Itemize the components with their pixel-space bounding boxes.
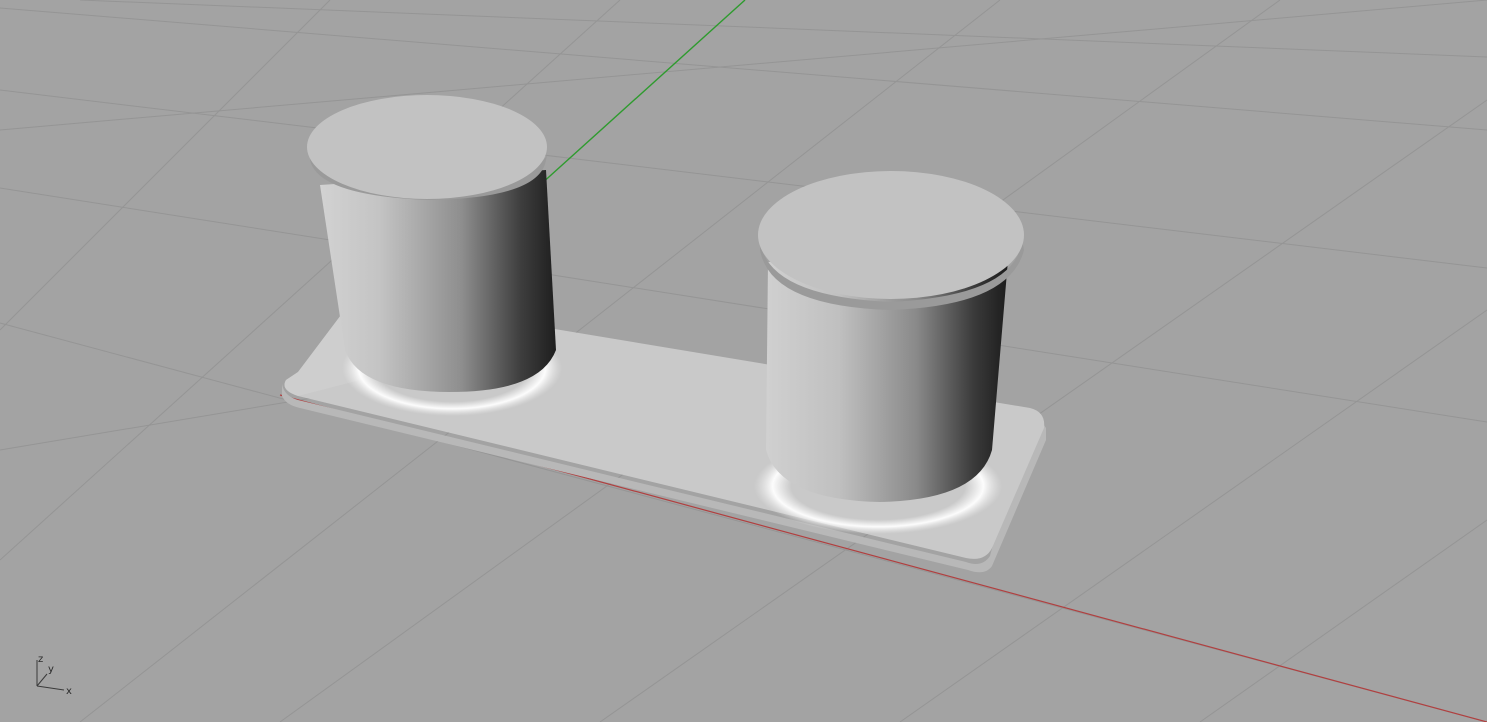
grid-line bbox=[0, 0, 331, 331]
right-bollard-cap-top bbox=[758, 171, 1024, 299]
right-bollard[interactable] bbox=[754, 171, 1024, 534]
left-bollard[interactable] bbox=[307, 95, 562, 416]
left-bollard-body bbox=[320, 170, 556, 392]
grid-line bbox=[0, 89, 1487, 269]
axis-triad: z y x bbox=[36, 654, 72, 697]
viewport-canvas[interactable]: z y x bbox=[0, 0, 1487, 722]
triad-z-label: z bbox=[38, 654, 43, 665]
triad-x-axis bbox=[36, 685, 65, 691]
grid-line bbox=[79, 0, 1487, 58]
grid-line bbox=[0, 7, 1487, 131]
triad-y-label: y bbox=[48, 664, 54, 675]
y-axis-line bbox=[539, 0, 746, 186]
grid-line bbox=[0, 0, 1487, 131]
triad-y-axis bbox=[36, 673, 48, 687]
triad-x-label: x bbox=[66, 686, 72, 697]
grid-line bbox=[1199, 519, 1487, 722]
perspective-viewport[interactable]: z y x bbox=[0, 0, 1487, 722]
left-bollard-cap-top bbox=[307, 95, 547, 199]
